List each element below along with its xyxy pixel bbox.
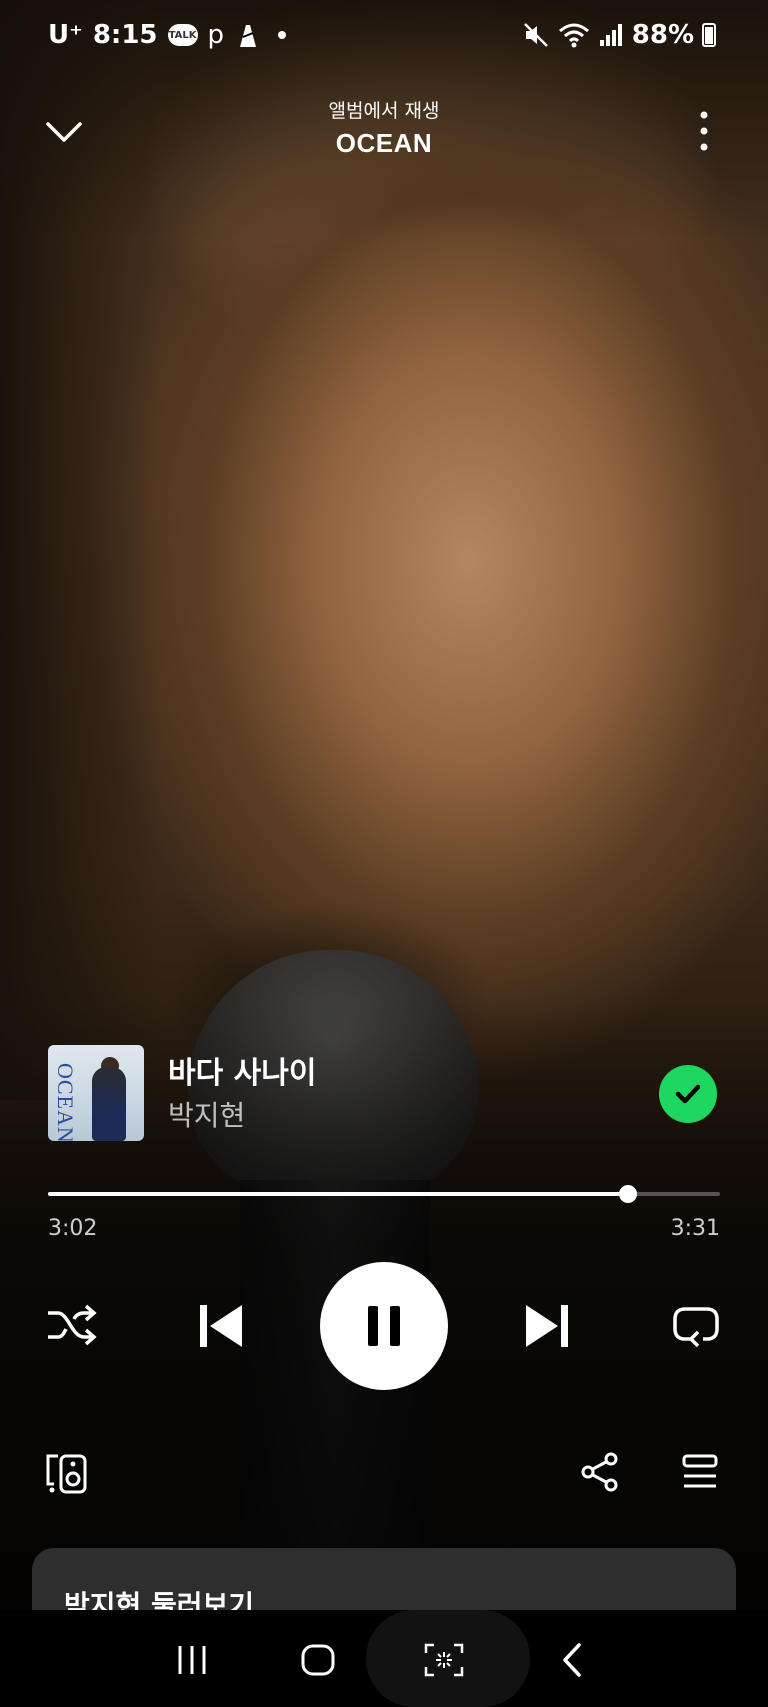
home-button[interactable] [290,1632,346,1688]
elapsed-time: 3:02 [48,1216,98,1241]
next-button[interactable] [516,1295,578,1357]
skip-next-icon [526,1305,568,1347]
pause-icon [368,1306,400,1346]
carrier-label: U⁺ [48,20,83,50]
album-art[interactable]: OCEAN [48,1045,144,1141]
check-icon [675,1084,701,1104]
home-icon [301,1644,335,1676]
share-icon[interactable] [580,1452,620,1492]
more-notifications-dot-icon [278,31,287,39]
p-notification-icon: p [207,20,225,50]
status-bar: U⁺ 8:15 TALK p 88% [0,0,768,78]
progress-fill [48,1192,628,1196]
status-left: U⁺ 8:15 TALK p [48,20,287,50]
liked-button[interactable] [659,1065,717,1123]
screen-capture-icon [424,1643,464,1677]
playing-from-label: 앨범에서 재생 [328,100,440,122]
shuffle-button[interactable] [44,1300,100,1350]
status-right: 88% [522,20,716,50]
album-title[interactable]: OCEAN [0,128,768,159]
track-artist[interactable]: 박지현 [168,1094,245,1134]
progress-bar[interactable] [48,1185,720,1203]
pause-button[interactable] [320,1262,448,1390]
clock: 8:15 [92,20,158,50]
queue-icon[interactable] [680,1452,720,1492]
wifi-icon [558,23,589,48]
repeat-icon [673,1307,719,1347]
repeat-button[interactable] [668,1300,724,1350]
signal-icon [599,24,622,46]
battery-percent: 88% [631,20,694,50]
recent-apps-button[interactable] [164,1632,220,1688]
track-title[interactable]: 바다 사나이 [168,1048,316,1092]
total-time: 3:31 [670,1216,720,1241]
album-art-figure [92,1067,126,1141]
app-notification-icon [240,25,257,47]
mute-icon [523,23,548,47]
skip-previous-icon [200,1305,242,1347]
battery-icon [702,23,716,47]
recent-apps-icon [178,1646,206,1674]
back-button[interactable] [544,1632,600,1688]
shuffle-icon [48,1304,97,1346]
album-art-text: OCEAN [53,1063,78,1141]
back-icon [563,1643,581,1677]
connect-device-icon[interactable] [44,1450,90,1496]
previous-button[interactable] [190,1295,252,1357]
progress-thumb[interactable] [618,1185,637,1203]
kakaotalk-icon: TALK [167,24,198,46]
more-vertical-icon[interactable] [694,108,714,154]
screen-capture-button[interactable] [416,1632,472,1688]
system-navigation-bar [0,1610,768,1707]
